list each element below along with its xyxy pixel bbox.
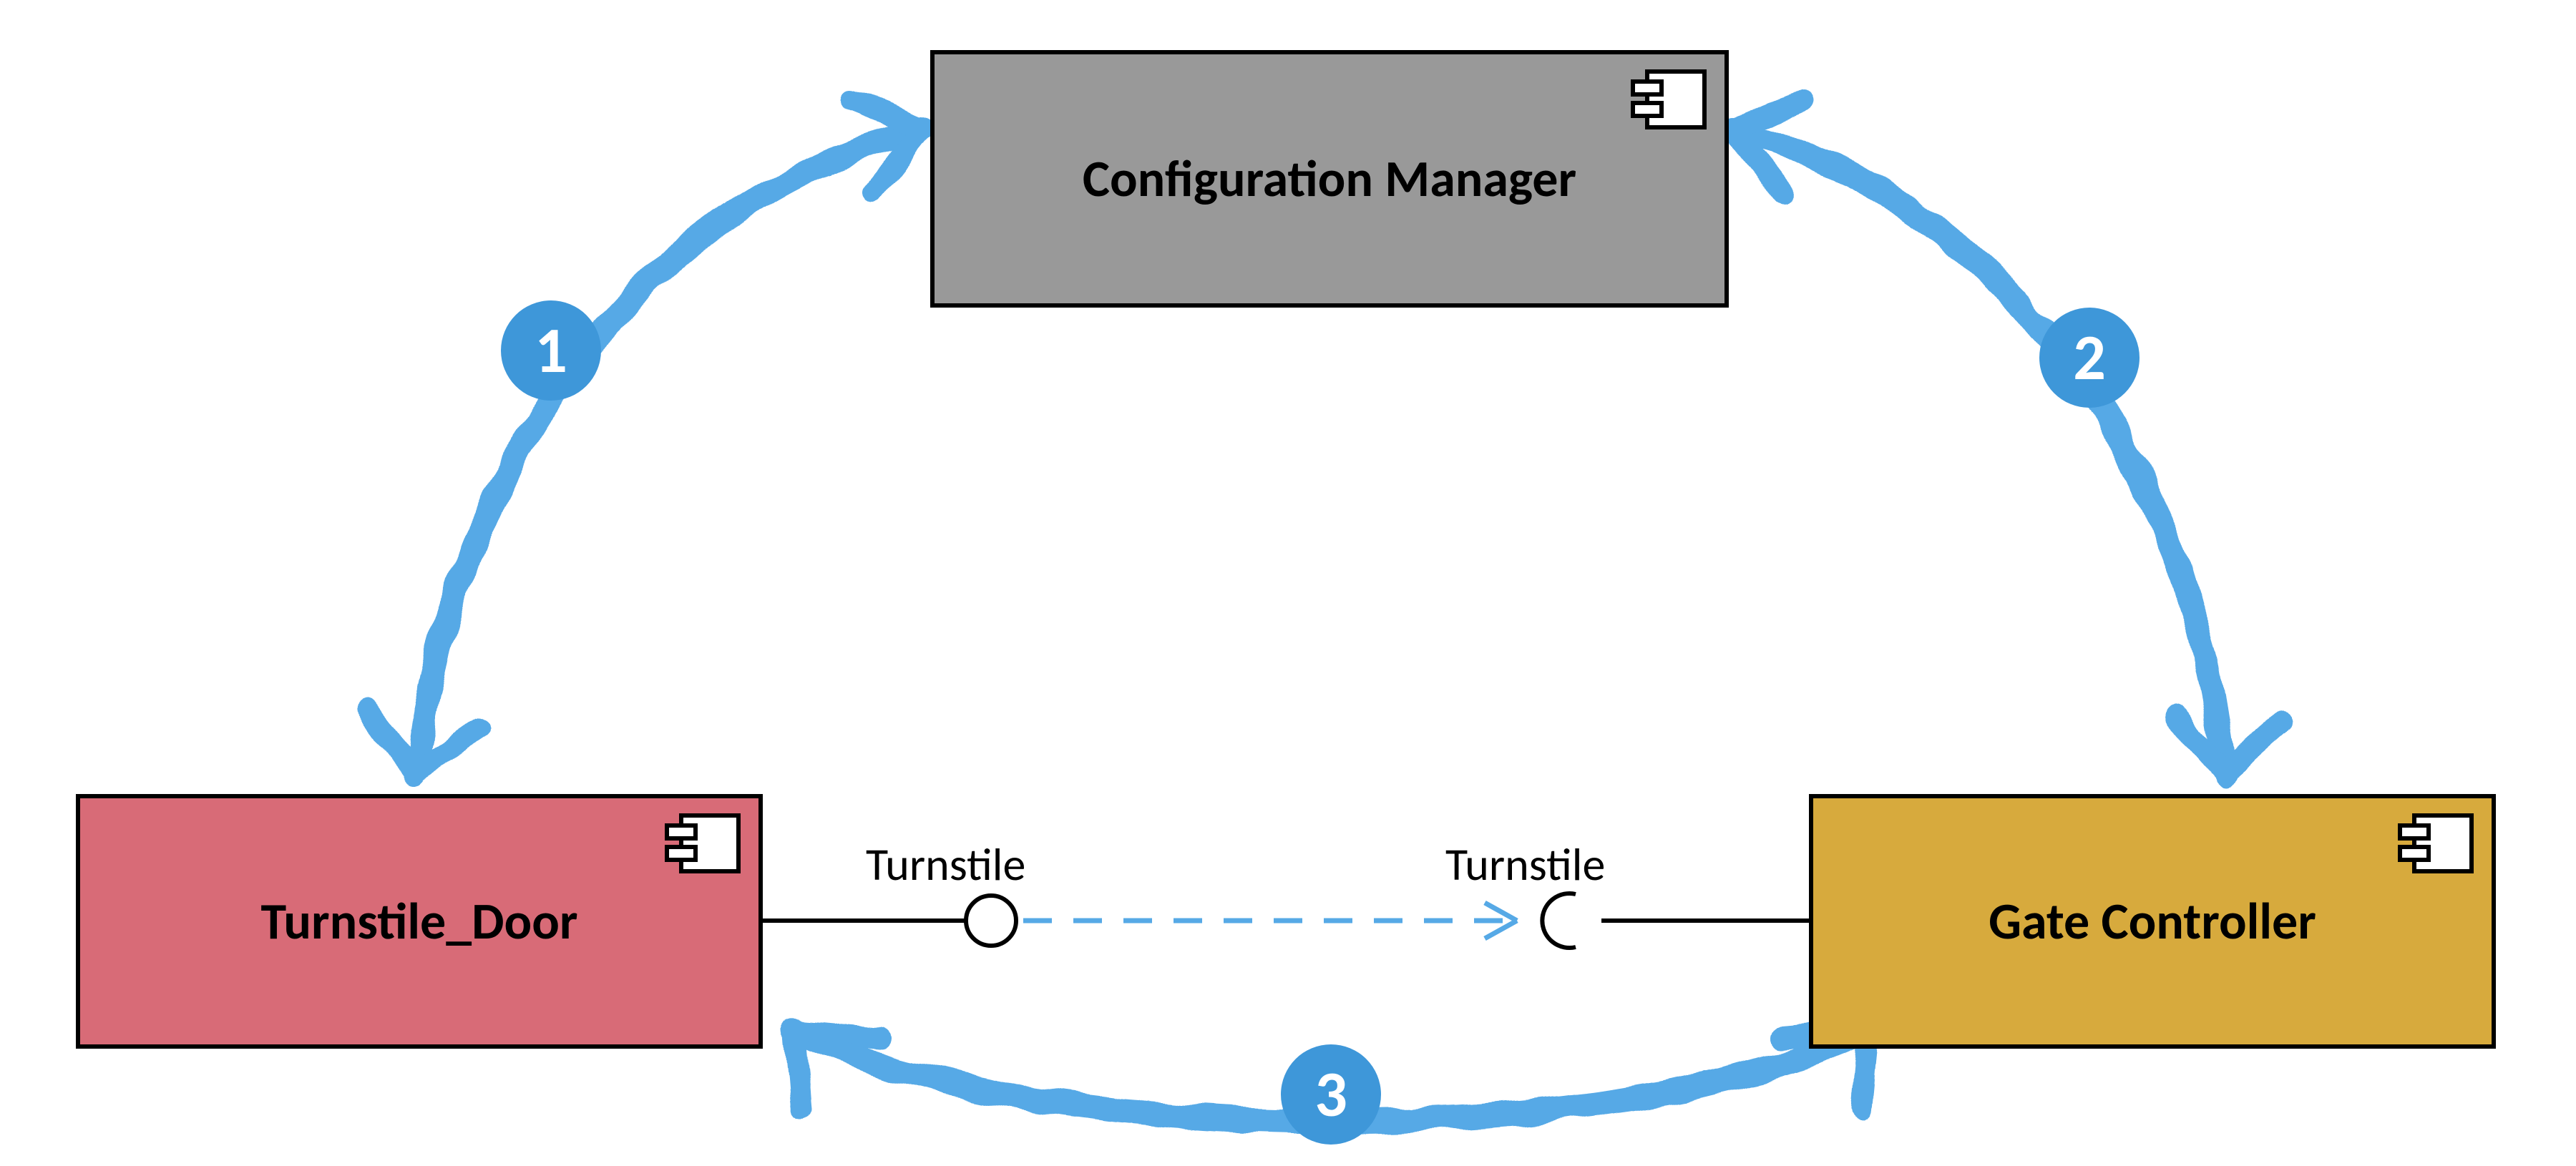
component-gate-controller: Gate Controller: [1809, 794, 2496, 1049]
interface-dependency-arrow: [1023, 903, 1517, 939]
connector-arc-1: [365, 100, 923, 773]
diagram-canvas: Configuration Manager Turnstile_Door Gat…: [0, 0, 2576, 1166]
component-label: Turnstile_Door: [260, 890, 577, 953]
badge-number: 2: [2073, 318, 2106, 397]
component-label: Configuration Manager: [1083, 147, 1576, 210]
connector-badge-2: 2: [2039, 308, 2140, 408]
provided-interface-line: [763, 896, 1016, 946]
connector-badge-3: 3: [1281, 1044, 1381, 1145]
badge-number: 3: [1314, 1055, 1347, 1134]
connector-arc-2: [1732, 100, 2283, 773]
component-configuration-manager: Configuration Manager: [930, 50, 1729, 308]
connector-badge-1: 1: [501, 300, 601, 401]
required-interface-label: Turnstile: [1445, 837, 1605, 893]
component-label: Gate Controller: [1989, 890, 2316, 953]
badge-number: 1: [535, 311, 567, 390]
required-interface-line: [1542, 893, 1809, 948]
component-icon: [664, 811, 743, 876]
component-turnstile-door: Turnstile_Door: [76, 794, 763, 1049]
provided-interface-label: Turnstile: [866, 837, 1025, 893]
component-icon: [2397, 811, 2476, 876]
component-icon: [1630, 67, 1709, 132]
